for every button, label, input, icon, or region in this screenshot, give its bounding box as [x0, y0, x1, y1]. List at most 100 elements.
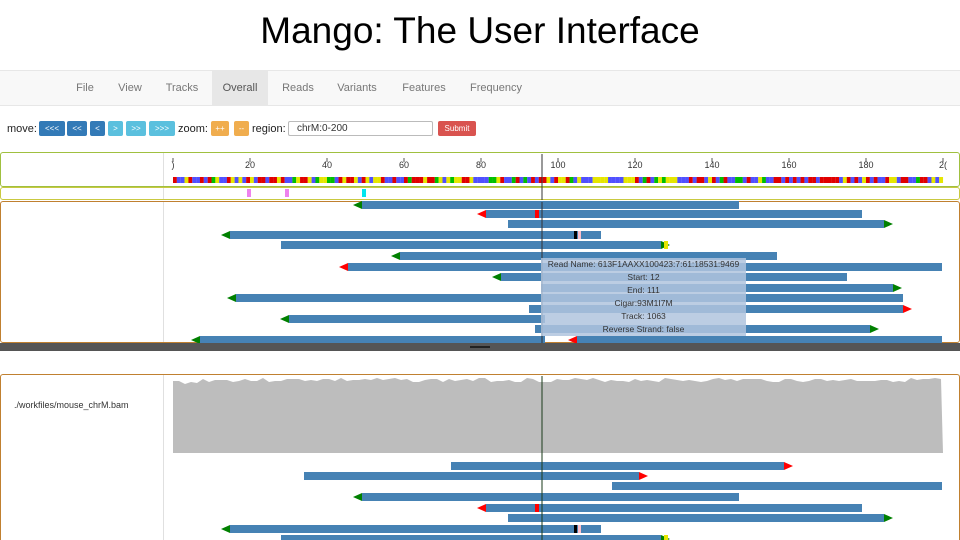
base — [473, 177, 478, 183]
base — [427, 177, 431, 183]
base — [785, 177, 790, 183]
base — [496, 177, 501, 183]
base — [712, 177, 716, 183]
base — [269, 177, 274, 183]
base — [253, 177, 258, 183]
base — [738, 177, 743, 183]
base — [280, 177, 285, 183]
base — [484, 177, 489, 183]
base — [334, 177, 339, 183]
base — [804, 177, 809, 183]
base — [173, 177, 177, 183]
base — [377, 177, 381, 183]
base — [311, 177, 316, 183]
base — [488, 177, 493, 183]
base — [661, 177, 666, 183]
base — [438, 177, 443, 183]
base — [184, 177, 189, 183]
base — [696, 177, 701, 183]
base — [723, 177, 728, 183]
base — [584, 177, 589, 183]
ruler-tick-label: 80 — [476, 160, 486, 170]
base — [330, 177, 335, 183]
base — [727, 177, 732, 183]
base — [265, 177, 270, 183]
base — [638, 177, 643, 183]
base — [558, 177, 562, 183]
mismatch-mark — [535, 210, 539, 218]
base — [327, 177, 331, 183]
base — [273, 177, 277, 183]
base — [207, 177, 212, 183]
base — [450, 177, 455, 183]
base — [835, 177, 840, 183]
base — [342, 177, 347, 183]
reference-sequence — [173, 177, 944, 183]
base — [292, 177, 297, 183]
base — [338, 177, 343, 183]
forward-arrow — [353, 493, 362, 501]
reverse-arrow — [477, 210, 486, 218]
tooltip-start: Start: 12 — [627, 272, 660, 282]
base — [646, 177, 651, 183]
base — [199, 177, 204, 183]
base — [931, 177, 936, 183]
base — [203, 177, 208, 183]
base — [250, 177, 254, 183]
base — [176, 177, 181, 183]
base — [196, 177, 200, 183]
base — [365, 177, 370, 183]
base — [223, 177, 227, 183]
forward-arrow — [227, 294, 236, 302]
base — [323, 177, 328, 183]
mismatch-mark — [574, 525, 577, 533]
mismatch-mark — [664, 535, 668, 540]
mismatch-mark — [535, 504, 539, 512]
reverse-arrow — [639, 472, 648, 480]
base — [523, 177, 528, 183]
base — [704, 177, 709, 183]
base — [873, 177, 878, 183]
base — [573, 177, 578, 183]
base — [303, 177, 308, 183]
base — [889, 177, 893, 183]
base — [731, 177, 736, 183]
base — [296, 177, 301, 183]
tooltip-strand: Reverse Strand: false — [602, 324, 685, 334]
base — [188, 177, 193, 183]
base — [226, 177, 231, 183]
base — [846, 177, 851, 183]
base — [565, 177, 570, 183]
base — [631, 177, 636, 183]
base — [561, 177, 566, 183]
base — [750, 177, 755, 183]
base — [866, 177, 870, 183]
base — [465, 177, 470, 183]
base — [896, 177, 901, 183]
base — [238, 177, 243, 183]
mismatch-mark — [578, 525, 581, 533]
base — [839, 177, 843, 183]
base — [600, 177, 605, 183]
base — [923, 177, 928, 183]
base — [284, 177, 289, 183]
read-bar — [304, 472, 639, 480]
ruler-tick-label: 180 — [858, 160, 873, 170]
base — [673, 177, 678, 183]
read-bar — [230, 525, 601, 533]
base — [192, 177, 197, 183]
read-bar — [281, 535, 661, 540]
base — [369, 177, 374, 183]
forward-arrow — [280, 315, 289, 323]
base — [885, 177, 890, 183]
forward-arrow — [353, 201, 362, 209]
base — [881, 177, 886, 183]
variant-marks — [247, 189, 366, 197]
base — [719, 177, 724, 183]
base — [546, 177, 551, 183]
variant-mark — [285, 189, 289, 197]
base — [384, 177, 389, 183]
base — [446, 177, 451, 183]
read-bar — [508, 514, 884, 522]
resize-handle[interactable] — [470, 346, 490, 348]
